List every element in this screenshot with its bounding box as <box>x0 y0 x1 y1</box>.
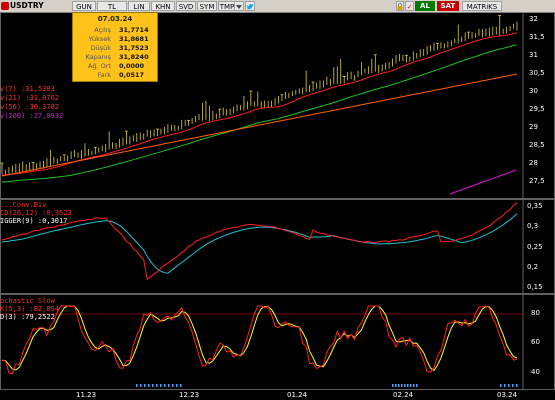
tooltip-row-high: Yüksek 31,8681 <box>88 35 149 43</box>
y-tick-macd: 0,35 <box>527 202 543 210</box>
date-marker <box>152 384 154 387</box>
buy-button[interactable]: AL <box>415 1 435 11</box>
legend-stoch-k: K(5,3) :82,894 <box>0 305 60 313</box>
date-marker <box>395 384 397 387</box>
legend-stoch-d: D(3) :79,2522 <box>0 313 55 321</box>
chevron-down-icon <box>236 5 242 9</box>
date-marker <box>180 384 182 387</box>
y-tick-price: 31,5 <box>529 33 545 41</box>
legend-ma21: v(21) :31,0762 <box>0 94 60 102</box>
x-tick: 03.24 <box>497 391 518 399</box>
date-marker <box>136 384 138 387</box>
date-marker <box>416 384 418 387</box>
y-tick-stoch: 60 <box>531 338 540 346</box>
date-marker <box>404 384 406 387</box>
twitter-button[interactable] <box>245 1 255 11</box>
y-tick-macd: 0,15 <box>527 283 543 291</box>
date-marker <box>144 384 146 387</box>
checkbox-icon[interactable]: ✓ <box>405 1 414 11</box>
date-marker <box>410 384 412 387</box>
y-tick-macd: 0,3 <box>527 222 539 230</box>
ma56-line <box>1 73 518 177</box>
x-tick: 02.24 <box>393 391 414 399</box>
date-marker <box>140 384 142 387</box>
date-marker <box>148 384 150 387</box>
y-tick-macd: 0,2 <box>527 263 539 271</box>
stoch-k-line <box>1 305 518 375</box>
y-tick-price: 28 <box>529 159 538 167</box>
legend-ma7: v(7) :31,5303 <box>0 85 55 93</box>
ohlc-tooltip: 07.03.24 Açılış 31,7714 Yüksek 31,8681 Düş… <box>72 12 158 82</box>
y-tick-stoch: 40 <box>531 368 540 376</box>
stoch-panel <box>0 294 555 390</box>
twitter-icon <box>246 4 254 10</box>
legend-stoch-title: ochastic Slow <box>0 297 55 305</box>
date-marker <box>164 384 166 387</box>
y-tick-stoch: 80 <box>531 309 540 317</box>
scale-lin-button[interactable]: LIN <box>128 1 150 11</box>
currency-tl-button[interactable]: TL <box>97 1 127 11</box>
y-tick-price: 30 <box>529 87 538 95</box>
tooltip-row-close: Kapanış 31,8240 <box>85 53 149 61</box>
y-tick-price: 27,5 <box>529 177 545 185</box>
symbol-label[interactable]: USDTRY <box>10 1 44 11</box>
tooltip-date: 07.03.24 <box>97 15 133 23</box>
y-tick-price: 28,5 <box>529 141 545 149</box>
x-tick: 12.23 <box>179 391 200 399</box>
y-tick-price: 31 <box>529 51 538 59</box>
x-tick: 01.24 <box>287 391 308 399</box>
legend-macd-title: ...Conv.Div <box>0 201 47 209</box>
tooltip-row-low: Düşük 31,7523 <box>90 44 149 52</box>
legend-ma56: v(56) :30,3782 <box>0 103 60 111</box>
y-tick-price: 29 <box>529 123 538 131</box>
tooltip-row-wavg: Ağ. Ort 0,0000 <box>87 62 145 70</box>
date-marker <box>156 384 158 387</box>
x-tick: 11.23 <box>76 391 97 399</box>
tooltip-row-open: Açılış 31,7714 <box>94 26 149 34</box>
date-marker <box>398 384 400 387</box>
date-marker <box>504 384 506 387</box>
lock-icon[interactable] <box>396 1 404 11</box>
date-marker <box>401 384 403 387</box>
svd-button[interactable]: SVD <box>176 1 196 11</box>
date-marker <box>413 384 415 387</box>
y-tick-price: 30,5 <box>529 69 545 77</box>
date-marker <box>392 384 394 387</box>
date-marker <box>407 384 409 387</box>
date-marker <box>168 384 170 387</box>
date-marker <box>500 384 502 387</box>
macd-line <box>1 202 518 281</box>
macd-panel <box>0 199 555 294</box>
sell-button[interactable]: SAT <box>437 1 459 11</box>
date-marker <box>160 384 162 387</box>
macd-signal-line <box>1 213 518 274</box>
period-gun-button[interactable]: GUN <box>72 1 96 11</box>
date-marker <box>512 384 514 387</box>
date-marker <box>176 384 178 387</box>
sym-button[interactable]: SYM <box>197 1 217 11</box>
date-marker <box>508 384 510 387</box>
khn-button[interactable]: KHN <box>151 1 175 11</box>
ma200-line <box>449 169 517 195</box>
dropdown-button[interactable] <box>234 1 244 11</box>
legend-macd: CD(26,12) :0,3523 <box>0 209 72 217</box>
y-tick-price: 29,5 <box>529 105 545 113</box>
legend-macd-trigger: IGGER(9) :0,3017 <box>0 217 68 225</box>
legend-ma200: v(200) :27,8932 <box>0 112 64 120</box>
stoch-d-line <box>1 305 518 372</box>
y-tick-price: 32 <box>529 15 538 23</box>
date-marker <box>516 384 518 387</box>
matriks-button[interactable]: MATRiKS <box>462 1 502 11</box>
y-tick-macd: 0,25 <box>527 243 543 251</box>
date-marker <box>172 384 174 387</box>
tooltip-row-diff: Fark 0,0517 <box>97 71 145 79</box>
app-logo-icon <box>1 2 9 10</box>
